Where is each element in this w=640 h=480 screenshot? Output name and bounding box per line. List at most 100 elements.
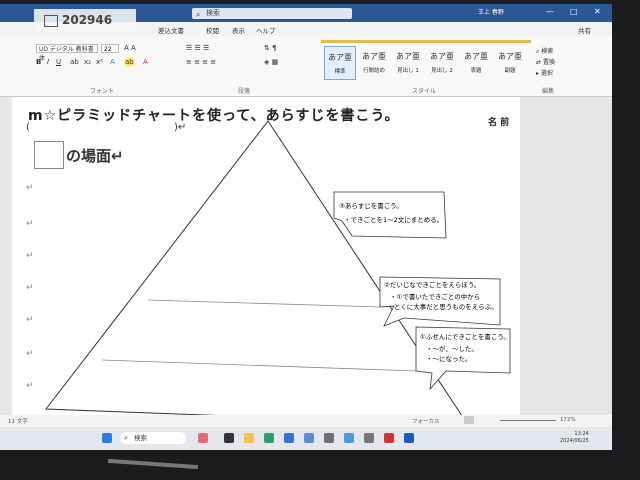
document-area: m☆ピラミッドチャートを使って、あらすじを書こう。 名 前 ( )↵ の場面↵ … xyxy=(0,97,612,427)
callout-3-title: ③あらすじを書こう。 xyxy=(339,201,403,210)
style-heading-2[interactable]: あア亜 見出し 2 xyxy=(426,46,458,80)
task-view-icon[interactable] xyxy=(224,433,234,443)
grow-font-icon[interactable]: A A xyxy=(124,44,136,52)
search-box[interactable]: ⌕ 検索 xyxy=(192,8,352,19)
style-sample: あア亜 xyxy=(464,52,488,61)
select-label: 選択 xyxy=(540,70,553,77)
search-icon: ⌕ xyxy=(196,10,201,19)
find-button[interactable]: ⌕ 検索 xyxy=(536,46,553,56)
style-no-spacing[interactable]: あア亜 行間詰め xyxy=(358,46,390,80)
settings-icon[interactable] xyxy=(364,433,374,443)
callout-2-line-1: ・①で書いたできごとの中から xyxy=(390,292,480,301)
taskbar-search-label: 検索 xyxy=(134,434,147,442)
maximize-button[interactable]: □ xyxy=(570,7,578,16)
style-gallery: あア亜 標準 あア亜 行間詰め あア亜 見出し 1 あア亜 見出し 2 あア亜 … xyxy=(322,46,528,80)
text-effects-icon[interactable]: A xyxy=(110,58,115,66)
print-layout-icon[interactable] xyxy=(464,416,474,424)
clock-date: 2024/06/25 xyxy=(560,438,589,444)
mail-icon[interactable] xyxy=(304,433,314,443)
monitor-label: 202946 xyxy=(34,9,136,31)
callout-2-line-2: とくに大事だと思うものをえらぶ。 xyxy=(394,302,498,311)
style-normal[interactable]: あア亜 標準 xyxy=(324,46,356,80)
find-label: 検索 xyxy=(541,48,554,55)
widgets-icon[interactable] xyxy=(198,433,208,443)
style-sample: あア亜 xyxy=(328,53,352,62)
document-page[interactable]: m☆ピラミッドチャートを使って、あらすじを書こう。 名 前 ( )↵ の場面↵ … xyxy=(12,97,520,427)
font-size-select[interactable]: 22 xyxy=(101,44,119,53)
style-title[interactable]: あア亜 表題 xyxy=(460,46,492,80)
user-name: 王上 春野 xyxy=(478,9,504,16)
bold-icon[interactable]: B xyxy=(36,58,41,66)
bullets-icon[interactable]: ☰ ☰ ☰ xyxy=(186,44,209,52)
focus-mode[interactable]: フォーカス xyxy=(412,417,440,425)
style-sample: あア亜 xyxy=(498,52,522,61)
style-name: 表題 xyxy=(470,68,482,74)
pyramid-chart: ③あらすじを書こう。 ・できごとを1～2文にまとめる。 ②だいじなできごとをえら… xyxy=(45,120,511,426)
callout-1-line-2: ・～になった。 xyxy=(426,355,472,363)
clock[interactable]: 13:24 2024/06/25 xyxy=(560,431,589,445)
taskbar-search[interactable]: ⌕ 検索 xyxy=(120,432,186,444)
superscript-icon[interactable]: x² xyxy=(96,58,103,66)
style-subtitle[interactable]: あア亜 副題 xyxy=(494,46,526,80)
edge-icon[interactable] xyxy=(264,433,274,443)
tab-view[interactable]: 表示 xyxy=(232,25,245,35)
doc-title: 202946 xyxy=(62,13,113,27)
style-name: 副題 xyxy=(504,68,516,74)
italic-icon[interactable]: I xyxy=(47,58,49,66)
sort-icon[interactable]: ⇅ ¶ xyxy=(264,44,277,52)
start-icon[interactable] xyxy=(102,433,112,443)
file-explorer-icon[interactable] xyxy=(244,433,254,443)
style-name: 標準 xyxy=(334,69,346,75)
style-sample: あア亜 xyxy=(362,52,386,61)
pyramid-outline[interactable] xyxy=(45,120,469,426)
replace-button[interactable]: ⇄ 置換 xyxy=(536,57,555,66)
callout-1-title: ①ふせんにできごとを書こう。 xyxy=(420,332,510,341)
share-button[interactable]: 共有 xyxy=(578,25,591,35)
callout-1-line-1: ・～が、～した。 xyxy=(426,344,478,353)
status-bar: 11 文字 フォーカス 172% xyxy=(0,415,612,427)
clock-time: 13:24 xyxy=(574,431,589,437)
subscript-icon[interactable]: x₂ xyxy=(84,58,91,66)
pyramid-divider-upper xyxy=(147,299,381,308)
align-icon[interactable]: ≡ ≡ ≡ ≡ xyxy=(186,58,216,66)
zoom-slider[interactable] xyxy=(500,420,556,421)
underline-icon[interactable]: U xyxy=(56,58,61,66)
word-count[interactable]: 11 文字 xyxy=(8,417,28,425)
tab-help[interactable]: ヘルプ xyxy=(256,25,276,35)
style-name: 見出し 2 xyxy=(431,68,453,74)
strikethrough-icon[interactable]: ab xyxy=(70,58,79,66)
callout-3-line-1: ・できごとを1～2文にまとめる。 xyxy=(344,215,443,224)
font-group-label: フォント xyxy=(90,88,115,95)
calendar-icon xyxy=(44,15,58,27)
font-color-icon[interactable]: A xyxy=(143,58,148,66)
search-icon: ⌕ xyxy=(124,434,128,442)
styles-group-label: スタイル xyxy=(412,88,437,95)
powerpoint-icon[interactable] xyxy=(384,433,394,443)
tab-mailings[interactable]: 差込文書 xyxy=(158,25,184,35)
style-sample: あア亜 xyxy=(430,52,454,61)
style-sample: あア亜 xyxy=(396,52,420,61)
zoom-level[interactable]: 172% xyxy=(560,417,576,423)
highlight-icon[interactable]: ab xyxy=(125,58,134,66)
font-name-select[interactable]: UD デジタル 教科書体 xyxy=(36,44,98,62)
shading-icon[interactable]: ◈ ▦ xyxy=(264,58,278,66)
style-name: 行間詰め xyxy=(362,68,385,74)
store-icon[interactable] xyxy=(284,433,294,443)
callout-box-3[interactable] xyxy=(333,191,447,239)
pyramid-divider-lower xyxy=(101,359,417,372)
close-button[interactable]: ✕ xyxy=(594,7,601,16)
paragraph-group-label: 段落 xyxy=(238,88,251,95)
select-button[interactable]: ▸ 選択 xyxy=(536,68,553,77)
style-heading-1[interactable]: あア亜 見出し 1 xyxy=(392,46,424,80)
editing-group-label: 編集 xyxy=(542,88,555,95)
tab-review[interactable]: 校閲 xyxy=(206,25,219,35)
replace-icon: ⇄ xyxy=(536,59,543,66)
callout-2-title: ②だいじなできごとをえらぼう。 xyxy=(384,280,480,289)
style-name: 見出し 1 xyxy=(397,68,419,74)
screen: ⌕ 検索 王上 春野 — □ ✕ 差込文書 校閲 表示 ヘルプ 共有 UD デジ… xyxy=(0,4,612,450)
camera-icon[interactable] xyxy=(324,433,334,443)
replace-label: 置換 xyxy=(542,59,555,66)
word-icon[interactable] xyxy=(404,433,414,443)
app-icon[interactable] xyxy=(344,433,354,443)
minimize-button[interactable]: — xyxy=(546,7,554,16)
